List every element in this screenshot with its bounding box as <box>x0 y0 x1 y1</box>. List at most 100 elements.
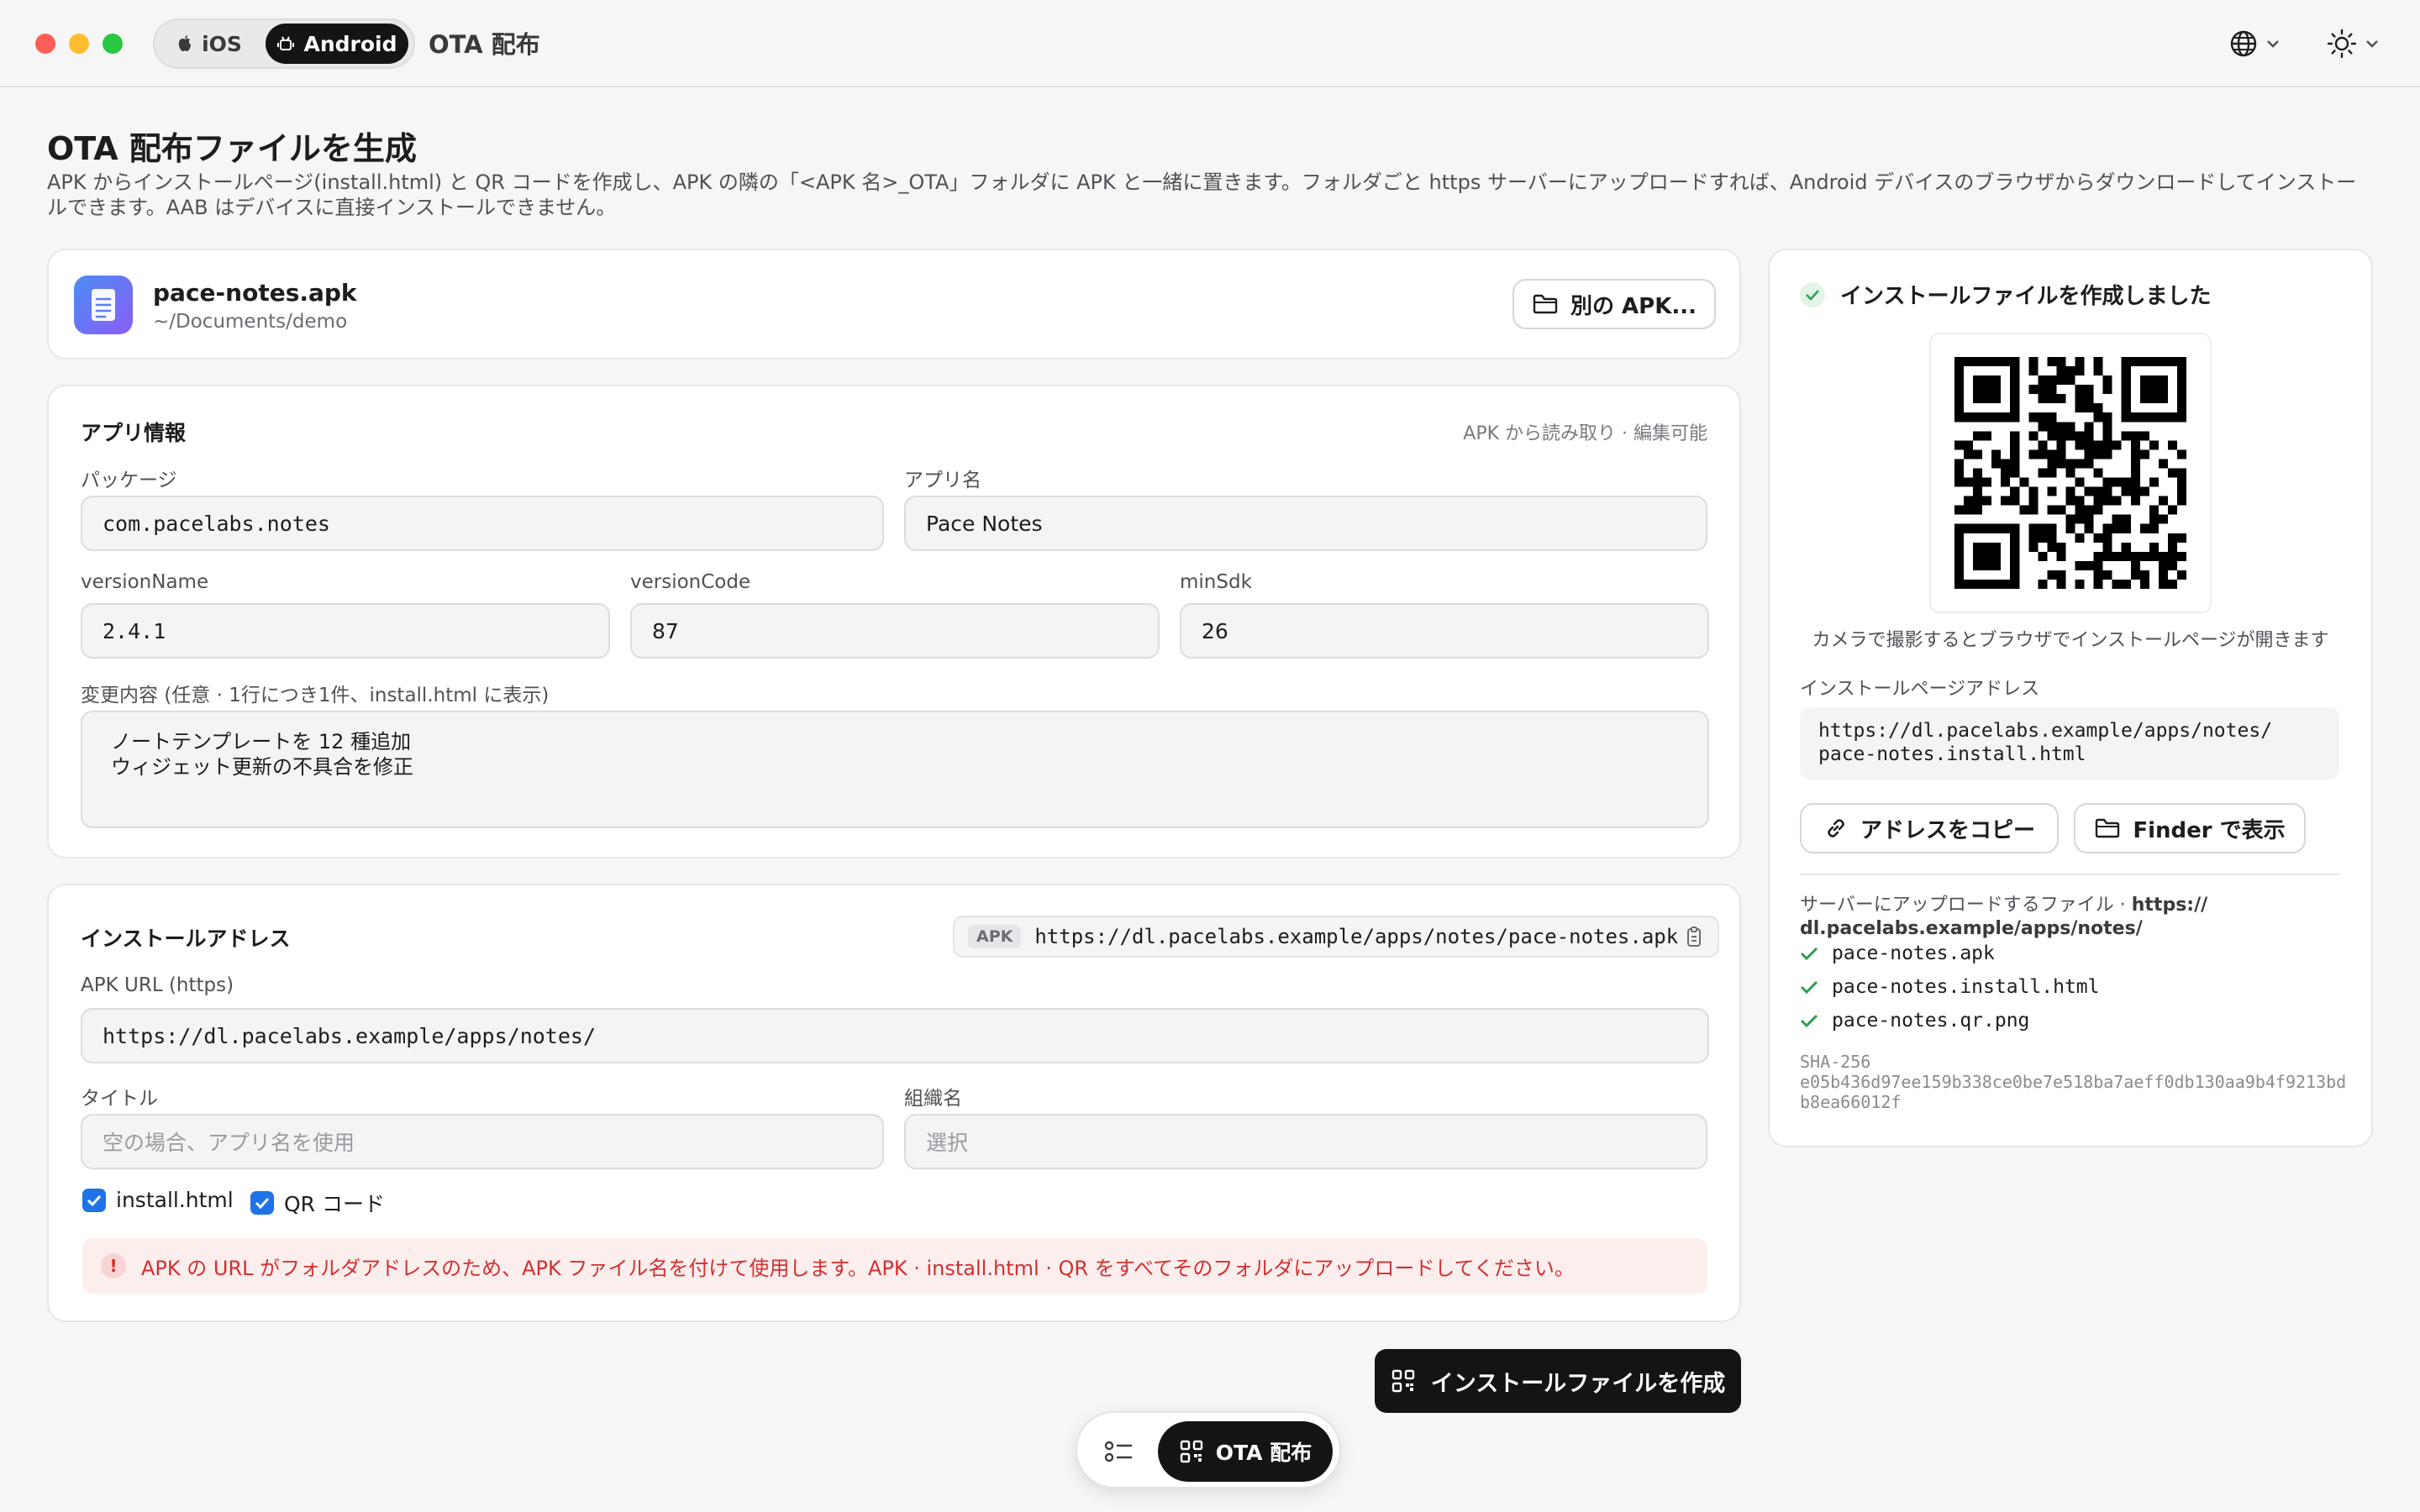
app-name-label: アプリ名 <box>904 470 981 491</box>
selected-apk-card: pace-notes.apk ~/Documents/demo 別の APK..… <box>47 249 1741 360</box>
zoom-window-button[interactable] <box>103 34 123 54</box>
app-name-field[interactable]: Pace Notes <box>904 496 1707 551</box>
sha256-label: SHA-256 <box>1800 1052 1871 1072</box>
changes-line: ノートテンプレートを 12 種追加 <box>111 730 412 753</box>
version-name-field[interactable]: 2.4.1 <box>81 603 610 659</box>
checkbox-checked[interactable] <box>82 1188 106 1212</box>
result-card: インストールファイルを作成しました カメラで撮影するとブラウザでインストールペー… <box>1768 249 2373 1147</box>
install-html-checkbox[interactable]: install.html <box>82 1188 234 1212</box>
install-address-title: インストールアドレス <box>81 927 291 951</box>
qr-code-image <box>1929 333 2212 613</box>
version-name-label: versionName <box>81 571 209 593</box>
upload-file-name: pace-notes.qr.png <box>1832 1010 2030 1032</box>
warning-banner: ! APK の URL がフォルダアドレスのため、APK ファイル名を付けて使用… <box>82 1238 1707 1294</box>
qr-code <box>1954 357 2186 589</box>
upload-file-name: pace-notes.install.html <box>1832 976 2100 998</box>
show-in-finder-button[interactable]: Finder で表示 <box>2074 803 2306 853</box>
warning-text: APK の URL がフォルダアドレスのため、APK ファイル名を付けて使用しま… <box>141 1256 1575 1280</box>
package-label: パッケージ <box>81 470 177 491</box>
generate-install-files-button[interactable]: インストールファイルを作成 <box>1375 1349 1741 1413</box>
org-select[interactable]: 選択 <box>904 1114 1707 1169</box>
platform-ios-button[interactable]: iOS <box>160 24 259 64</box>
apk-url-label: APK URL (https) <box>81 974 234 996</box>
install-page-address-label: インストールページアドレス <box>1800 679 2040 700</box>
changes-textarea[interactable]: ノートテンプレートを 12 種追加 ウィジェット更新の不具合を修正 <box>81 711 1709 828</box>
app-info-title: アプリ情報 <box>81 421 187 445</box>
show-in-finder-label: Finder で表示 <box>2133 817 2286 843</box>
upload-file-item: pace-notes.qr.png <box>1800 1010 2029 1032</box>
install-page-address[interactable]: https://dl.pacelabs.example/apps/notes/ … <box>1800 707 2339 780</box>
folder-icon <box>2096 818 2120 838</box>
upload-file-item: pace-notes.apk <box>1800 942 1995 964</box>
check-icon <box>1800 1014 1818 1028</box>
title-field[interactable]: 空の場合、アプリ名を使用 <box>81 1114 884 1169</box>
install-page-address-line: https://dl.pacelabs.example/apps/notes/ <box>1818 720 2273 742</box>
apk-file-icon <box>74 276 133 334</box>
warning-icon: ! <box>101 1253 126 1278</box>
checkbox-checked[interactable] <box>250 1191 274 1215</box>
choose-other-apk-label: 別の APK... <box>1570 293 1697 319</box>
checklist-tab[interactable] <box>1101 1433 1138 1470</box>
result-heading-text: インストールファイルを作成しました <box>1840 284 2212 309</box>
ota-distribution-tab[interactable]: OTA 配布 <box>1158 1421 1333 1482</box>
changes-line: ウィジェット更新の不具合を修正 <box>111 755 413 779</box>
copy-address-button[interactable]: アドレスをコピー <box>1800 803 2059 853</box>
sha256-value: e05b436d97ee159b338ce0be7e518ba7aeff0db1… <box>1800 1072 2347 1112</box>
version-code-field[interactable]: 87 <box>630 603 1160 659</box>
sun-icon <box>2327 29 2357 59</box>
org-label: 組織名 <box>904 1088 962 1110</box>
version-code-label: versionCode <box>630 571 751 593</box>
install-page-address-line: pace-notes.install.html <box>1818 743 2086 765</box>
checkmark-icon <box>255 1197 270 1209</box>
android-icon <box>277 36 295 50</box>
result-heading: インストールファイルを作成しました <box>1800 279 2211 310</box>
checklist-icon <box>1104 1441 1132 1462</box>
app-info-note: APK から読み取り · 編集可能 <box>1463 423 1707 444</box>
apk-file-name: pace-notes.apk <box>153 279 357 307</box>
chevron-down-icon <box>2366 40 2378 48</box>
upload-url: dl.pacelabs.example/apps/notes/ <box>1800 918 2143 939</box>
checkmark-icon <box>87 1194 102 1206</box>
folder-icon <box>1533 294 1558 314</box>
platform-android-button[interactable]: Android <box>266 24 408 64</box>
choose-other-apk-button[interactable]: 別の APK... <box>1512 279 1716 329</box>
install-address-card: インストールアドレス APK https://dl.pacelabs.examp… <box>47 884 1741 1322</box>
sha256-block: SHA-256 e05b436d97ee159b338ce0be7e518ba7… <box>1800 1052 2354 1112</box>
min-sdk-field[interactable]: 26 <box>1180 603 1709 659</box>
apk-url-field[interactable]: https://dl.pacelabs.example/apps/notes/ <box>81 1008 1709 1063</box>
upload-file-name: pace-notes.apk <box>1832 942 1995 964</box>
minimize-window-button[interactable] <box>69 34 89 54</box>
globe-icon <box>2230 30 2257 57</box>
qr-code-icon <box>1392 1369 1414 1393</box>
min-sdk-label: minSdk <box>1180 571 1252 593</box>
link-icon <box>1828 819 1844 837</box>
window-title: OTA 配布 <box>429 30 540 59</box>
page-description: APK からインストールページ(install.html) と QR コードを作… <box>47 171 2357 219</box>
changes-label: 変更内容 (任意 · 1行につき1件、install.html に表示) <box>81 685 550 706</box>
page-title: OTA 配布ファイルを生成 <box>47 130 417 167</box>
apk-full-url-chip[interactable]: APK https://dl.pacelabs.example/apps/not… <box>953 916 1719 958</box>
qr-caption: カメラで撮影するとブラウザでインストールページが開きます <box>1812 630 2329 651</box>
upload-note-prefix: サーバーにアップロードするファイル · <box>1800 895 2132 916</box>
apple-icon <box>178 35 192 51</box>
ota-distribution-label: OTA 配布 <box>1215 1441 1313 1465</box>
language-menu[interactable] <box>2228 25 2281 62</box>
close-window-button[interactable] <box>35 34 55 54</box>
platform-ios-label: iOS <box>202 31 242 56</box>
upload-file-item: pace-notes.install.html <box>1800 976 2100 998</box>
theme-menu[interactable] <box>2326 25 2380 62</box>
copy-icon[interactable] <box>1684 927 1704 948</box>
success-check-icon <box>1800 281 1825 307</box>
upload-note: サーバーにアップロードするファイル · https:// dl.pacelabs… <box>1800 894 2321 941</box>
qr-code-icon <box>1180 1440 1202 1463</box>
qr-code-checkbox[interactable]: QR コード <box>250 1188 385 1218</box>
check-icon <box>1800 947 1818 961</box>
apk-tag: APK <box>968 925 1022 948</box>
platform-segmented-control: iOS Android <box>153 18 415 69</box>
divider <box>1800 874 2339 875</box>
apk-file-path: ~/Documents/demo <box>153 311 348 333</box>
platform-android-label: Android <box>303 31 397 56</box>
app-info-card: アプリ情報 APK から読み取り · 編集可能 パッケージ com.pacela… <box>47 385 1741 858</box>
title-label: タイトル <box>81 1088 158 1110</box>
package-field[interactable]: com.pacelabs.notes <box>81 496 884 551</box>
